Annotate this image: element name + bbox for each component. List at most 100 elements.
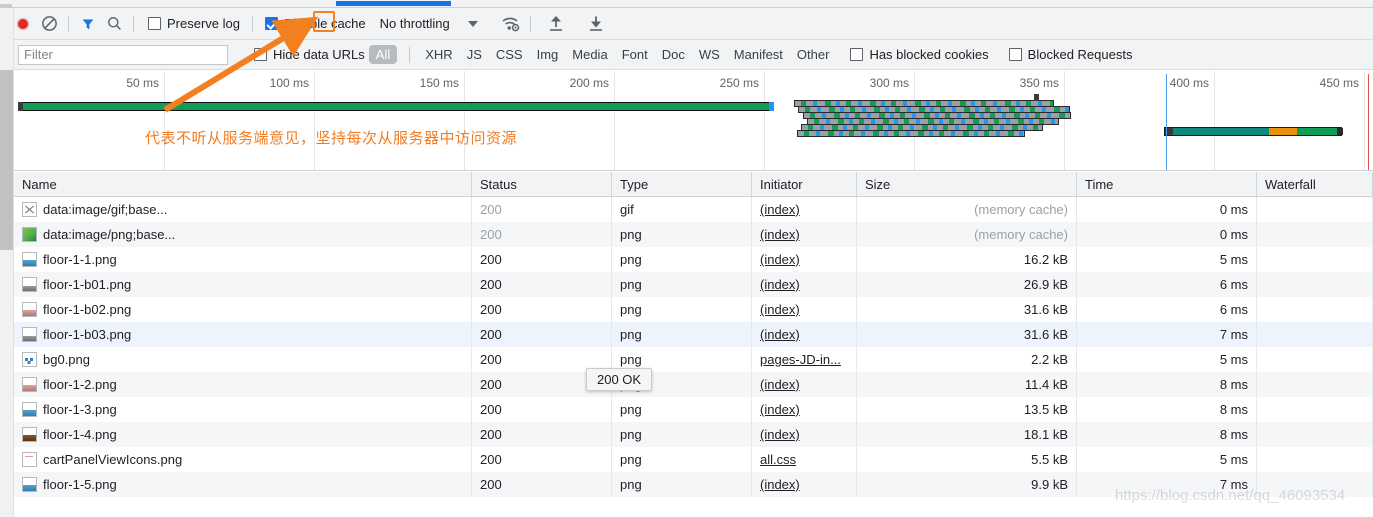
cell-initiator[interactable]: (index) [752, 372, 857, 397]
has-blocked-cookies-checkbox[interactable]: Has blocked cookies [850, 47, 989, 62]
hide-data-urls-box[interactable] [254, 48, 267, 61]
initiator-link[interactable]: (index) [760, 227, 800, 242]
cell-initiator[interactable]: (index) [752, 247, 857, 272]
column-header-size[interactable]: Size [857, 172, 1077, 196]
table-row[interactable]: floor-1-b01.png 200 png (index) 26.9 kB 6 ms [14, 272, 1373, 297]
initiator-link[interactable]: (index) [760, 302, 800, 317]
image-grey-icon [22, 277, 37, 292]
cell-type: png [612, 472, 752, 497]
cell-time: 5 ms [1077, 447, 1257, 472]
filter-type-js[interactable]: JS [460, 47, 489, 62]
initiator-link[interactable]: all.css [760, 452, 796, 467]
cell-status: 200 [472, 422, 612, 447]
initiator-link[interactable]: (index) [760, 202, 800, 217]
cell-type: gif [612, 197, 752, 222]
initiator-link[interactable]: (index) [760, 377, 800, 392]
initiator-link[interactable]: (index) [760, 277, 800, 292]
clear-prohibited-icon[interactable] [36, 11, 62, 37]
initiator-link[interactable]: (index) [760, 402, 800, 417]
cell-name[interactable]: floor-1-2.png [14, 372, 472, 397]
column-header-status[interactable]: Status [472, 172, 612, 196]
cell-initiator[interactable]: (index) [752, 197, 857, 222]
initiator-link[interactable]: (index) [760, 477, 800, 492]
cell-name[interactable]: data:image/png;base... [14, 222, 472, 247]
blocked-requests-checkbox[interactable]: Blocked Requests [1008, 47, 1132, 62]
network-overview-timeline[interactable]: 50 ms 100 ms 150 ms 200 ms 250 ms 300 ms 350 m… [14, 71, 1373, 171]
has-blocked-cookies-label: Has blocked cookies [869, 47, 989, 62]
cell-initiator[interactable]: (index) [752, 222, 857, 247]
filter-type-manifest[interactable]: Manifest [727, 47, 790, 62]
table-row[interactable]: data:image/png;base... 200 png (index) (memo… [14, 222, 1373, 247]
cell-name[interactable]: bg0.png [14, 347, 472, 372]
table-row[interactable]: bg0.png 200 png pages-JD-in... 2.2 kB 5 ms [14, 347, 1373, 372]
cell-name[interactable]: floor-1-3.png [14, 397, 472, 422]
filter-type-other[interactable]: Other [790, 47, 837, 62]
filter-type-media[interactable]: Media [565, 47, 614, 62]
column-header-name[interactable]: Name [14, 172, 472, 196]
download-arrow-icon[interactable] [583, 11, 609, 37]
blocked-requests-box[interactable] [1008, 48, 1022, 61]
table-row[interactable]: floor-1-2.png200png(index)11.4 kB8 ms [14, 372, 1373, 397]
status-tooltip: 200 OK [586, 368, 653, 391]
preserve-log-box[interactable] [148, 17, 161, 30]
cell-status: 200 [472, 397, 612, 422]
initiator-link[interactable]: pages-JD-in... [760, 352, 841, 367]
cell-initiator[interactable]: all.css [752, 447, 857, 472]
left-vertical-scrollbar[interactable] [0, 8, 14, 517]
filter-type-css[interactable]: CSS [489, 47, 530, 62]
cell-name[interactable]: floor-1-5.png [14, 472, 472, 497]
funnel-filter-icon[interactable] [75, 11, 101, 37]
toolbar-divider-3 [251, 15, 253, 32]
upload-arrow-icon[interactable] [543, 11, 569, 37]
cell-initiator[interactable]: (index) [752, 397, 857, 422]
cell-initiator[interactable]: pages-JD-in... [752, 347, 857, 372]
request-name-label: floor-1-1.png [43, 252, 117, 267]
has-blocked-cookies-box[interactable] [850, 48, 864, 61]
disable-cache-box[interactable] [264, 17, 278, 30]
filter-type-img[interactable]: Img [530, 47, 566, 62]
filter-type-xhr[interactable]: XHR [418, 47, 459, 62]
filter-type-font[interactable]: Font [615, 47, 655, 62]
overview-seg-teal-2 [1173, 128, 1269, 135]
hide-data-urls-checkbox[interactable]: Hide data URLs [254, 47, 365, 62]
cell-initiator[interactable]: (index) [752, 322, 857, 347]
filter-type-doc[interactable]: Doc [655, 47, 692, 62]
search-magnifier-icon[interactable] [101, 11, 127, 37]
disable-cache-checkbox[interactable]: Disable cache [264, 16, 366, 31]
cell-name[interactable]: floor-1-4.png [14, 422, 472, 447]
column-header-time[interactable]: Time [1077, 172, 1257, 196]
table-row[interactable]: floor-1-4.png 200 png (index) 18.1 kB 8 ms [14, 422, 1373, 447]
cell-initiator[interactable]: (index) [752, 422, 857, 447]
table-row[interactable]: floor-1-5.png 200 png (index) 9.9 kB 7 ms [14, 472, 1373, 497]
cell-name[interactable]: floor-1-b01.png [14, 272, 472, 297]
throttling-select[interactable]: No throttling [380, 16, 450, 31]
initiator-link[interactable]: (index) [760, 252, 800, 267]
chevron-down-icon[interactable] [467, 20, 478, 27]
cell-name[interactable]: floor-1-1.png [14, 247, 472, 272]
column-header-initiator[interactable]: Initiator [752, 172, 857, 196]
table-row[interactable]: data:image/gif;base... 200 gif (index) (memo… [14, 197, 1373, 222]
table-row[interactable]: cartPanelViewIcons.png 200 png all.css 5.5 k… [14, 447, 1373, 472]
cell-name[interactable]: cartPanelViewIcons.png [14, 447, 472, 472]
wifi-settings-icon[interactable] [498, 11, 524, 37]
cell-name[interactable]: floor-1-b02.png [14, 297, 472, 322]
cell-name[interactable]: data:image/gif;base... [14, 197, 472, 222]
cell-initiator[interactable]: (index) [752, 272, 857, 297]
scrollbar-thumb[interactable] [0, 70, 13, 250]
table-row[interactable]: floor-1-3.png 200 png (index) 13.5 kB 8 ms [14, 397, 1373, 422]
filter-input[interactable] [18, 44, 228, 65]
cell-waterfall [1257, 197, 1373, 222]
column-header-waterfall[interactable]: Waterfall [1257, 172, 1373, 196]
cell-initiator[interactable]: (index) [752, 472, 857, 497]
table-row[interactable]: floor-1-b03.png 200 png (index) 31.6 kB 7 ms [14, 322, 1373, 347]
filter-type-ws[interactable]: WS [692, 47, 727, 62]
table-row[interactable]: floor-1-b02.png 200 png (index) 31.6 kB 6 ms [14, 297, 1373, 322]
table-row[interactable]: floor-1-1.png 200 png (index) 16.2 kB 5 ms [14, 247, 1373, 272]
initiator-link[interactable]: (index) [760, 327, 800, 342]
filter-type-all[interactable]: All [368, 45, 398, 64]
cell-name[interactable]: floor-1-b03.png [14, 322, 472, 347]
initiator-link[interactable]: (index) [760, 427, 800, 442]
cell-initiator[interactable]: (index) [752, 297, 857, 322]
preserve-log-checkbox[interactable]: Preserve log [148, 16, 240, 31]
column-header-type[interactable]: Type [612, 172, 752, 196]
